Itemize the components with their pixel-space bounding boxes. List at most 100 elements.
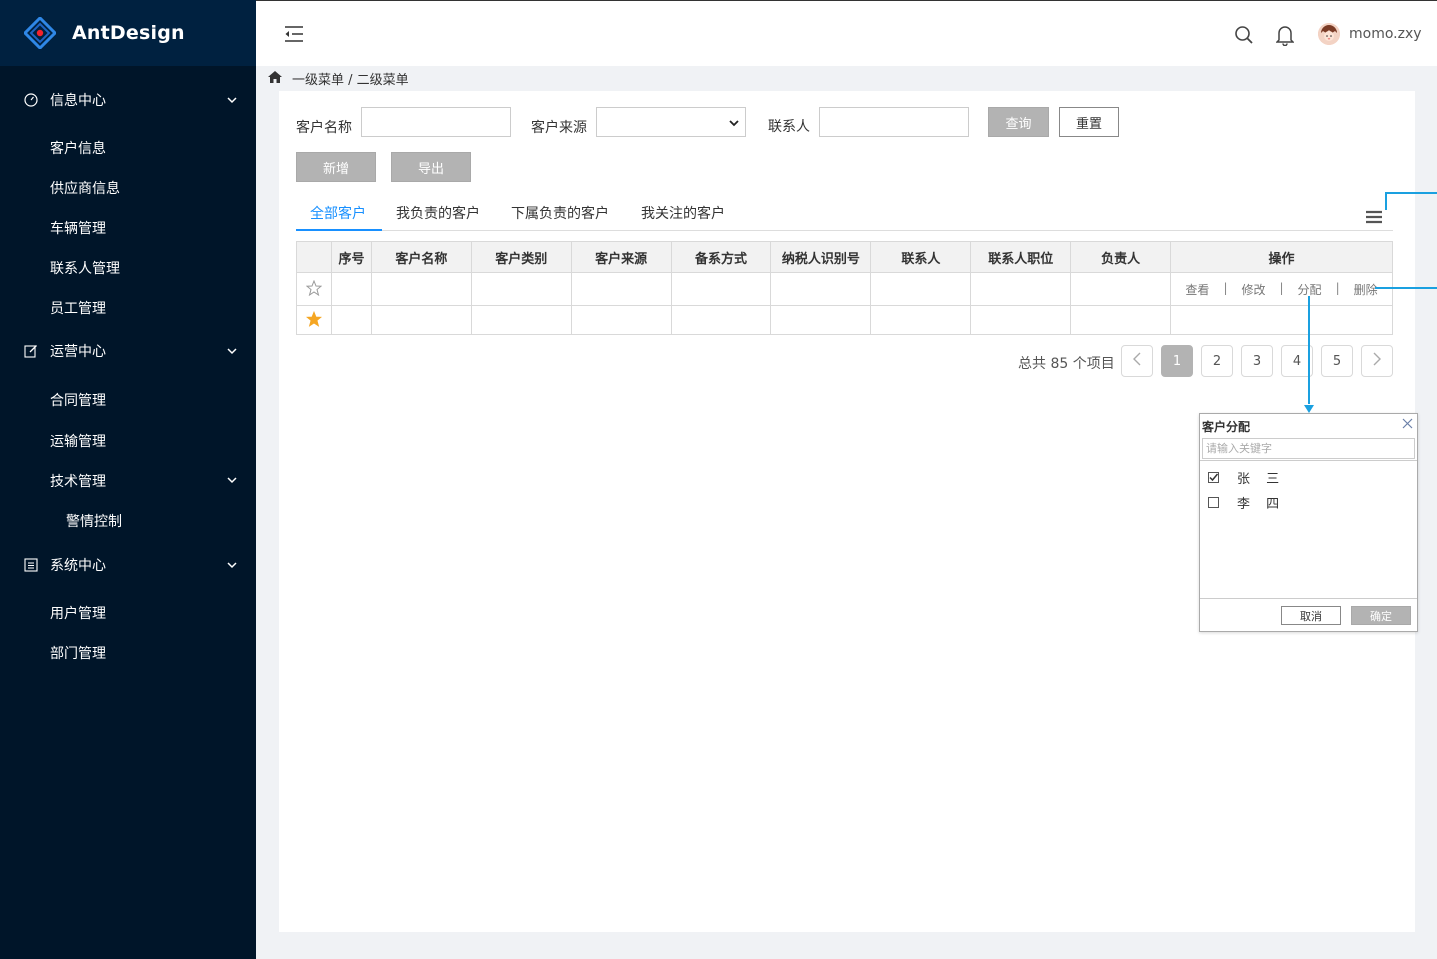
- submenu-label: 系统中心: [50, 558, 106, 574]
- table-cell: [870, 305, 972, 335]
- top-header: momo.zxy: [256, 0, 1437, 66]
- customer-name-input[interactable]: [361, 107, 511, 137]
- submenu-system-center[interactable]: 系统中心: [0, 545, 256, 585]
- page-button[interactable]: 2: [1201, 345, 1233, 377]
- table-cell: [970, 305, 1072, 335]
- menu-item-customer-info[interactable]: 客户信息: [50, 138, 106, 158]
- page-button[interactable]: 3: [1241, 345, 1273, 377]
- tab-subordinate-customers[interactable]: 下属负责的客户: [511, 203, 609, 223]
- submenu-label: 信息中心: [50, 93, 106, 109]
- customer-table: 序号 客户名称 客户类别 客户来源 备系方式 纳税人识别号 联系人 联系人职位 …: [296, 241, 1393, 335]
- ops-cell: 查看 | 修改 | 分配 | 删除: [1170, 272, 1393, 306]
- favorite-cell[interactable]: [296, 305, 332, 335]
- menu-item-vehicle[interactable]: 车辆管理: [50, 218, 106, 238]
- menu-item-users[interactable]: 用户管理: [50, 603, 106, 623]
- reset-button[interactable]: 重置: [1059, 107, 1119, 137]
- breadcrumb: 一级菜单 / 二级菜单: [268, 69, 409, 88]
- view-link[interactable]: 查看: [1185, 281, 1209, 298]
- table-cell: [770, 305, 872, 335]
- tab-followed-customers[interactable]: 我关注的客户: [641, 203, 725, 223]
- query-button[interactable]: 查询: [988, 107, 1049, 137]
- sidebar: AntDesign 信息中心 客户信息 供应商信息 车辆管理 联系人管理 员工管…: [0, 0, 256, 959]
- table-cell: [670, 305, 772, 335]
- menu-item-alarm-control[interactable]: 警情控制: [66, 511, 122, 531]
- column-header[interactable]: 负责人: [1070, 241, 1172, 273]
- customer-source-label: 客户来源: [531, 120, 587, 136]
- tab-ink-bar: [296, 229, 382, 231]
- search-icon[interactable]: [1234, 25, 1254, 49]
- assignee-option[interactable]: 李 四: [1208, 493, 1285, 512]
- annotation-line: [1375, 287, 1437, 289]
- column-header[interactable]: 客户来源: [570, 241, 672, 273]
- add-button[interactable]: 新增: [296, 152, 376, 182]
- menu-item-contacts[interactable]: 联系人管理: [50, 258, 120, 278]
- username[interactable]: momo.zxy: [1349, 26, 1422, 42]
- column-header[interactable]: 序号: [330, 241, 372, 273]
- bell-icon[interactable]: [1275, 24, 1295, 50]
- menu-item-transport[interactable]: 运输管理: [50, 431, 106, 451]
- chevron-down-icon: [226, 94, 238, 106]
- page-button[interactable]: 5: [1321, 345, 1353, 377]
- menu-item-contracts[interactable]: 合同管理: [50, 390, 106, 410]
- avatar[interactable]: [1318, 23, 1340, 45]
- column-header[interactable]: 备系方式: [670, 241, 772, 273]
- table-cell: [370, 272, 472, 306]
- prev-page-button[interactable]: [1121, 345, 1153, 377]
- tab-my-customers[interactable]: 我负责的客户: [396, 203, 480, 223]
- cancel-button[interactable]: 取消: [1281, 606, 1341, 625]
- column-header[interactable]: 联系人: [870, 241, 972, 273]
- assign-customer-dialog: 客户分配 请输入关键字 张 三 李 四 取消 确定: [1199, 413, 1418, 632]
- assignee-option[interactable]: 张 三: [1208, 468, 1285, 487]
- table-cell: [470, 305, 572, 335]
- table-cell: [870, 272, 972, 306]
- column-header[interactable]: 客户类别: [470, 241, 572, 273]
- star-outline-icon[interactable]: [305, 279, 323, 299]
- star-filled-icon[interactable]: [305, 310, 323, 330]
- checkbox-checked-icon[interactable]: [1208, 472, 1219, 483]
- contact-input[interactable]: [819, 107, 969, 137]
- favorite-cell[interactable]: [296, 272, 332, 306]
- home-icon[interactable]: [268, 70, 282, 87]
- submenu-tech[interactable]: 技术管理: [50, 471, 106, 491]
- column-settings-icon[interactable]: [1366, 210, 1382, 228]
- customer-name-label: 客户名称: [296, 120, 352, 136]
- table-cell: [1070, 272, 1172, 306]
- dashboard-icon: [24, 93, 38, 107]
- export-button[interactable]: 导出: [391, 152, 471, 182]
- tab-all-customers[interactable]: 全部客户: [310, 203, 366, 223]
- table-cell: [330, 272, 372, 306]
- column-header: 操作: [1170, 241, 1393, 273]
- table-cell: [970, 272, 1072, 306]
- menu-group-system-center: 系统中心: [0, 545, 256, 585]
- separator: |: [1223, 280, 1228, 295]
- submenu-info-center[interactable]: 信息中心: [0, 80, 256, 120]
- menu-item-departments[interactable]: 部门管理: [50, 643, 106, 663]
- divider: [1200, 460, 1417, 461]
- confirm-button[interactable]: 确定: [1351, 606, 1411, 625]
- column-header[interactable]: 联系人职位: [970, 241, 1072, 273]
- customer-source-select[interactable]: [596, 107, 746, 137]
- column-header[interactable]: 客户名称: [370, 241, 472, 273]
- table-cell: [1070, 305, 1172, 335]
- keyword-search-input[interactable]: 请输入关键字: [1202, 438, 1415, 459]
- table-cell: [370, 305, 472, 335]
- checkbox-icon[interactable]: [1208, 497, 1219, 508]
- column-header[interactable]: 纳税人识别号: [770, 241, 872, 273]
- close-icon[interactable]: [1402, 417, 1413, 433]
- breadcrumb-text[interactable]: 一级菜单 / 二级菜单: [292, 69, 409, 88]
- delete-link[interactable]: 删除: [1354, 281, 1378, 298]
- page-button[interactable]: 1: [1161, 345, 1193, 377]
- separator: |: [1279, 280, 1284, 295]
- column-header: [296, 241, 332, 273]
- menu-item-supplier-info[interactable]: 供应商信息: [50, 178, 120, 198]
- menu-fold-icon[interactable]: [284, 25, 304, 47]
- edit-link[interactable]: 修改: [1241, 281, 1265, 298]
- annotation-line: [1308, 296, 1310, 404]
- menu-item-staff[interactable]: 员工管理: [50, 298, 106, 318]
- assign-link[interactable]: 分配: [1298, 281, 1322, 298]
- next-page-button[interactable]: [1361, 345, 1393, 377]
- table-row: 查看 | 修改 | 分配 | 删除: [296, 272, 1393, 306]
- submenu-ops-center[interactable]: 运营中心: [0, 331, 256, 371]
- chevron-down-icon: [729, 116, 739, 132]
- brand[interactable]: AntDesign: [0, 0, 256, 66]
